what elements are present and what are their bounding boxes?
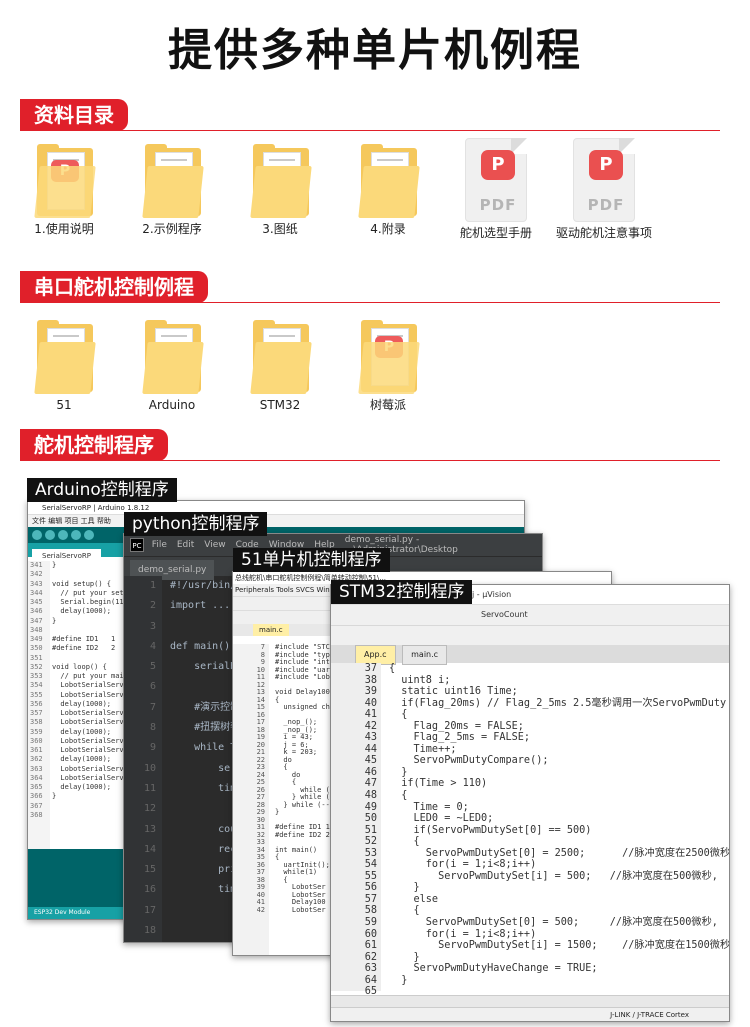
file-item[interactable]: P PDF 舵机选型手册 — [442, 138, 550, 241]
status-bar: J-LINK / J-TRACE Cortex — [331, 1007, 729, 1021]
section-serial-label: 串口舵机控制例程 — [20, 271, 208, 303]
verify-icon[interactable] — [32, 530, 42, 540]
docs-grid: P 1.使用说明 2.示例程序 3.图纸 4.附录 PPDF 舵机选型手册 PP… — [10, 138, 658, 241]
line-numbers: 1 2 3 4 5 6 7 8 9 10 11 12 13 14 15 16 1… — [124, 576, 162, 942]
upload-icon[interactable] — [45, 530, 55, 540]
line-numbers: 7 8 9 10 11 12 13 14 15 16 17 18 19 20 2… — [233, 643, 269, 955]
pdf-file-icon: P PDF — [569, 138, 639, 222]
tab-main-c[interactable]: main.c — [253, 624, 289, 636]
menu-item-file[interactable]: File — [152, 540, 167, 550]
file-label: 树莓派 — [369, 398, 406, 412]
code-editor[interactable]: } void setup() { // put your setu Serial… — [52, 561, 128, 802]
file-item[interactable]: P PDF 驱动舵机注意事项 — [550, 138, 658, 241]
pycharm-logo-icon: PC — [130, 538, 144, 552]
folder-icon — [141, 318, 204, 394]
code-editor[interactable]: { uint8 i; static uint16 Time; if(Flag_2… — [389, 663, 729, 986]
file-label: Arduino — [148, 398, 196, 412]
file-label: 2.示例程序 — [142, 222, 202, 236]
keil-stm32-window[interactable]: ...控制\Pro\APP.uvproj - µVision ServoCoun… — [330, 584, 730, 1022]
new-icon[interactable] — [58, 530, 68, 540]
file-item[interactable]: 2.示例程序 — [118, 142, 226, 241]
file-label: 3.图纸 — [262, 222, 298, 236]
file-item[interactable]: 3.图纸 — [226, 142, 334, 241]
folder-icon — [357, 142, 420, 218]
section-docs: 资料目录 — [20, 98, 720, 132]
divider — [20, 460, 720, 461]
window-title: SerialServoRP | Arduino 1.8.12 — [28, 501, 524, 515]
tab-app-c[interactable]: App.c — [355, 645, 396, 665]
pdf-folder-icon: P — [357, 318, 420, 394]
file-label: STM32 — [259, 398, 301, 412]
python-label: python控制程序 — [124, 512, 268, 536]
page-title: 提供多种单片机例程 — [168, 25, 582, 76]
arduino-label: Arduino控制程序 — [27, 478, 177, 502]
file-label: 1.使用说明 — [34, 222, 94, 236]
target-combo[interactable]: ServoCount — [331, 605, 729, 625]
file-label: 51 — [56, 398, 72, 412]
examples-grid: 51 Arduino STM32 P 树莓派 — [10, 318, 442, 413]
section-docs-label: 资料目录 — [20, 99, 128, 131]
file-item[interactable]: P 树莓派 — [334, 318, 442, 413]
pdf-file-icon: P PDF — [461, 138, 531, 222]
horizontal-scrollbar[interactable] — [331, 995, 729, 1007]
menu-item-edit[interactable]: Edit — [177, 540, 194, 550]
c51-label: 51单片机控制程序 — [233, 548, 390, 572]
save-icon[interactable] — [84, 530, 94, 540]
file-item[interactable]: P 1.使用说明 — [10, 142, 118, 241]
stm32-label: STM32控制程序 — [331, 580, 473, 604]
file-label: 舵机选型手册 — [459, 226, 532, 240]
file-label: 驱动舵机注意事项 — [555, 226, 652, 240]
section-control-programs: 舵机控制程序 — [20, 428, 720, 462]
section-control-label: 舵机控制程序 — [20, 429, 168, 461]
file-item[interactable]: Arduino — [118, 318, 226, 413]
tab-main-c[interactable]: main.c — [402, 645, 448, 665]
toolbar — [331, 625, 729, 645]
pdf-folder-icon: P — [33, 142, 96, 218]
line-numbers: 37 38 39 40 41 42 43 44 45 46 47 48 49 5… — [331, 663, 381, 997]
file-item[interactable]: 4.附录 — [334, 142, 442, 241]
divider — [20, 130, 720, 131]
file-item[interactable]: 51 — [10, 318, 118, 413]
folder-icon — [141, 142, 204, 218]
folder-icon — [249, 142, 312, 218]
menu-bar[interactable]: 文件 编辑 项目 工具 帮助 — [28, 515, 524, 527]
code-editor[interactable]: #include "STC #include "typ #include "in… — [275, 643, 330, 914]
folder-icon — [33, 318, 96, 394]
folder-icon — [249, 318, 312, 394]
line-numbers: 341 342 343 344 345 346 347 348 349 350 … — [28, 561, 50, 849]
divider — [20, 302, 720, 303]
file-label: 4.附录 — [370, 222, 406, 236]
file-item[interactable]: STM32 — [226, 318, 334, 413]
open-icon[interactable] — [71, 530, 81, 540]
section-serial-examples: 串口舵机控制例程 — [20, 270, 720, 304]
menu-item-view[interactable]: View — [204, 540, 225, 550]
